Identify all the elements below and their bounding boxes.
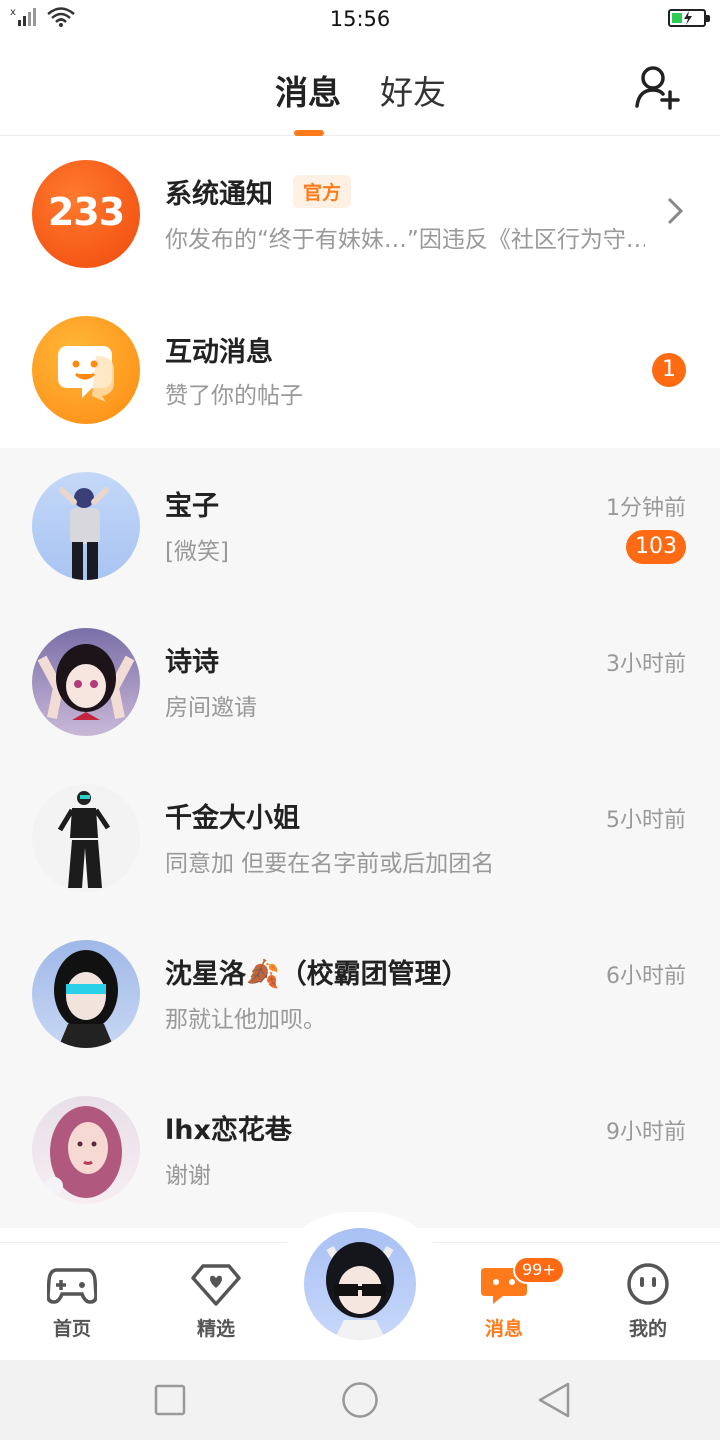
nav-label: 我的	[628, 1318, 667, 1340]
status-time: 15:56	[329, 7, 391, 31]
recent-apps-icon[interactable]	[154, 1384, 186, 1416]
chat-time: 6小时前	[606, 964, 686, 989]
system-notification-title: 系统通知	[165, 179, 273, 210]
avatar	[32, 1096, 140, 1204]
interaction-avatar	[32, 316, 140, 424]
home-icon[interactable]	[341, 1381, 379, 1419]
chat-name: 沈星洛🍂（校霸团管理）	[165, 959, 469, 990]
heart-diamond-icon	[191, 1264, 241, 1306]
chevron-right-icon	[666, 196, 684, 234]
unread-badge: 103	[626, 530, 686, 564]
chat-name: 诗诗	[165, 647, 219, 678]
nav-unread-badge: 99+	[513, 1256, 565, 1284]
unread-badge: 1	[652, 353, 686, 387]
avatar	[32, 784, 140, 892]
chat-row[interactable]: 宝子 [微笑] 1分钟前 103	[0, 448, 720, 604]
official-tag: 官方	[293, 175, 352, 208]
avatar	[32, 628, 140, 736]
chat-name: 千金大小姐	[165, 803, 300, 834]
status-bar: x 15:56	[0, 0, 720, 40]
tab-messages[interactable]: 消息	[275, 66, 341, 114]
chat-row[interactable]: lhx恋花巷 谢谢 9小时前	[0, 1072, 720, 1228]
chat-row[interactable]: 沈星洛🍂（校霸团管理） 那就让他加呗。 6小时前	[0, 916, 720, 1072]
chat-row[interactable]: 千金大小姐 同意加 但要在名字前或后加团名 5小时前	[0, 760, 720, 916]
chat-time: 5小时前	[606, 808, 686, 833]
chat-time: 9小时前	[606, 1120, 686, 1145]
chat-name: 宝子	[165, 491, 219, 522]
tab-friends[interactable]: 好友	[380, 66, 446, 114]
face-icon	[627, 1263, 669, 1305]
nav-label: 精选	[196, 1318, 235, 1340]
system-avatar-text: 233	[47, 190, 125, 234]
back-icon[interactable]	[536, 1381, 572, 1419]
system-nav-bar	[0, 1360, 720, 1440]
row-title: 系统通知 官方	[165, 172, 352, 211]
chat-preview: 房间邀请	[165, 695, 257, 721]
system-notification-preview: 你发布的“终于有妹妹…”因违反《社区行为守…	[165, 227, 645, 253]
system-notification-row[interactable]: 233 系统通知 官方 你发布的“终于有妹妹…”因违反《社区行为守…	[0, 136, 720, 292]
chat-preview: [微笑]	[165, 539, 229, 565]
chat-time: 1分钟前	[606, 496, 686, 521]
interaction-messages-row[interactable]: 互动消息 赞了你的帖子 1	[0, 292, 720, 448]
battery-icon	[668, 9, 710, 27]
nav-profile[interactable]: 我的	[603, 1262, 693, 1341]
chat-name: lhx恋花巷	[165, 1115, 292, 1146]
header: 消息 好友	[0, 40, 720, 136]
interaction-messages-preview: 赞了你的帖子	[165, 383, 303, 409]
interaction-messages-title: 互动消息	[165, 337, 273, 368]
nav-label: 首页	[52, 1318, 91, 1340]
avatar	[32, 940, 140, 1048]
chat-row[interactable]: 诗诗 房间邀请 3小时前	[0, 604, 720, 760]
nav-featured[interactable]: 精选	[171, 1262, 261, 1341]
chat-preview: 同意加 但要在名字前或后加团名	[165, 851, 495, 877]
chat-time: 3小时前	[606, 652, 686, 677]
system-avatar: 233	[32, 160, 140, 268]
smiley-chat-icon	[58, 346, 114, 402]
nav-home[interactable]: 首页	[27, 1262, 117, 1341]
chat-preview: 那就让他加呗。	[165, 1007, 326, 1033]
gamepad-icon	[46, 1268, 98, 1304]
add-friend-icon[interactable]	[634, 64, 680, 110]
chat-preview: 谢谢	[165, 1163, 211, 1189]
profile-avatar-button[interactable]	[304, 1228, 416, 1340]
avatar	[32, 472, 140, 580]
nav-label: 消息	[484, 1318, 523, 1340]
